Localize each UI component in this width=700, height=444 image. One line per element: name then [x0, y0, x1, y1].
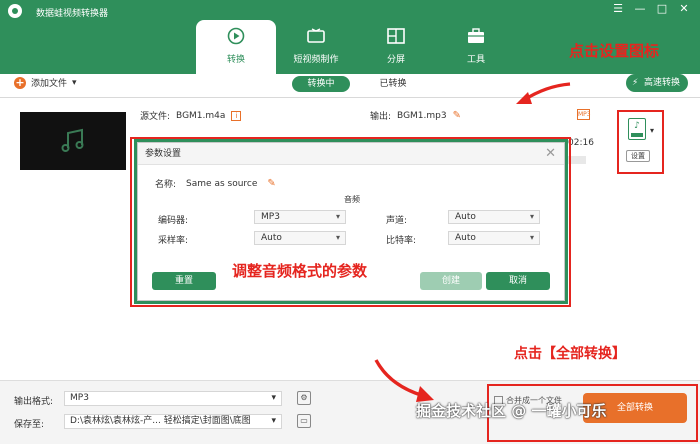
status-switch: 转换中 已转换: [292, 76, 436, 92]
app-logo-icon: [8, 4, 22, 18]
convert-hint: 点击【全部转换】: [514, 346, 626, 362]
tab-convert[interactable]: 转换: [196, 20, 276, 74]
music-note-icon: [61, 128, 84, 152]
watermark: 掘金技术社区 @ 一罐小可乐: [416, 402, 607, 420]
output-label: 输出:: [370, 112, 392, 122]
dialog-title: 参数设置: [145, 149, 182, 159]
plus-icon: +: [14, 75, 26, 89]
save-path-select[interactable]: D:\袁林炫\袁林炫-产... 轻松搞定\封面图\底图: [64, 414, 282, 429]
tab-converted[interactable]: 已转换: [364, 76, 422, 92]
settings-hint: 点击设置图标: [569, 42, 660, 60]
add-file-button[interactable]: + 添加文件 ▾: [14, 76, 77, 89]
output-filename: BGM1.mp3: [397, 110, 447, 121]
add-file-label: 添加文件: [31, 79, 68, 89]
title-bar: 数据蛙视频转换器 ☰ — □ ✕ 转换 短视频制作 分屏 工具: [0, 0, 700, 74]
chevron-down-icon[interactable]: ▾: [72, 78, 77, 88]
name-label: 名称:: [155, 180, 177, 190]
tab-tools-label: 工具: [466, 55, 485, 65]
bitrate-select[interactable]: Auto: [448, 231, 540, 245]
reset-button[interactable]: 重置: [152, 272, 216, 290]
toolbar: + 添加文件 ▾ 转换中 已转换 高速转换: [0, 74, 700, 94]
sample-rate-select[interactable]: Auto: [254, 231, 346, 245]
adjust-hint: 调整音频格式的参数: [232, 262, 368, 280]
tab-convert-label: 转换: [226, 55, 245, 65]
bitrate-label: 比特率:: [386, 236, 417, 246]
split-screen-icon: [386, 26, 406, 46]
output-file-info: 输出: BGM1.mp3 ✎: [370, 109, 461, 122]
tab-split-screen[interactable]: 分屏: [356, 20, 436, 74]
cancel-button[interactable]: 取消: [486, 272, 550, 290]
sample-rate-label: 采样率:: [158, 236, 189, 246]
toolbox-icon: [466, 26, 486, 46]
audio-thumbnail[interactable]: [20, 112, 126, 170]
channel-label: 声道:: [386, 216, 408, 226]
audio-section-label: 音频: [344, 195, 360, 204]
name-row: 名称: Same as source ✎: [155, 177, 276, 190]
menu-icon[interactable]: ☰: [608, 2, 628, 16]
dialog-header: 参数设置 ✕: [138, 143, 564, 165]
create-button[interactable]: 创建: [420, 272, 482, 290]
edit-icon[interactable]: ✎: [267, 178, 275, 189]
channel-select[interactable]: Auto: [448, 210, 540, 224]
save-to-label: 保存至:: [14, 420, 45, 430]
app-title: 数据蛙视频转换器: [36, 9, 109, 19]
main-tabs: 转换 短视频制作 分屏 工具: [196, 20, 516, 74]
edit-icon[interactable]: ✎: [453, 110, 461, 121]
source-filename: BGM1.m4a: [176, 110, 226, 121]
close-icon[interactable]: ✕: [545, 143, 556, 165]
tab-short-video[interactable]: 短视频制作: [276, 20, 356, 74]
encoder-select[interactable]: MP3: [254, 210, 346, 224]
format-settings-icon[interactable]: ⚙: [297, 391, 311, 405]
name-value: Same as source: [186, 178, 258, 189]
source-label: 源文件:: [140, 112, 171, 122]
output-format-label: 输出格式:: [14, 397, 54, 407]
settings-highlight: [617, 110, 664, 174]
tv-icon: [306, 26, 326, 46]
convert-icon: [226, 26, 246, 46]
output-format-select[interactable]: MP3: [64, 391, 282, 406]
arrow-icon: [516, 82, 571, 104]
encoder-label: 编码器:: [158, 216, 189, 226]
format-badge-icon[interactable]: MP3: [577, 109, 591, 120]
maximize-icon[interactable]: □: [652, 2, 672, 16]
window-controls: ☰ — □ ✕: [608, 2, 694, 16]
arrow-icon: [374, 359, 434, 402]
tab-short-video-label: 短视频制作: [293, 55, 339, 65]
tab-converting[interactable]: 转换中: [292, 76, 350, 92]
folder-icon[interactable]: ▭: [297, 414, 311, 428]
tab-split-screen-label: 分屏: [386, 55, 405, 65]
duration: 02:16: [568, 138, 594, 148]
info-icon[interactable]: i: [231, 110, 242, 121]
tab-tools[interactable]: 工具: [436, 20, 516, 74]
source-file-info: 源文件: BGM1.m4a i: [140, 109, 242, 122]
high-speed-button[interactable]: 高速转换: [626, 74, 688, 92]
minimize-icon[interactable]: —: [630, 2, 650, 16]
close-icon[interactable]: ✕: [674, 2, 694, 16]
